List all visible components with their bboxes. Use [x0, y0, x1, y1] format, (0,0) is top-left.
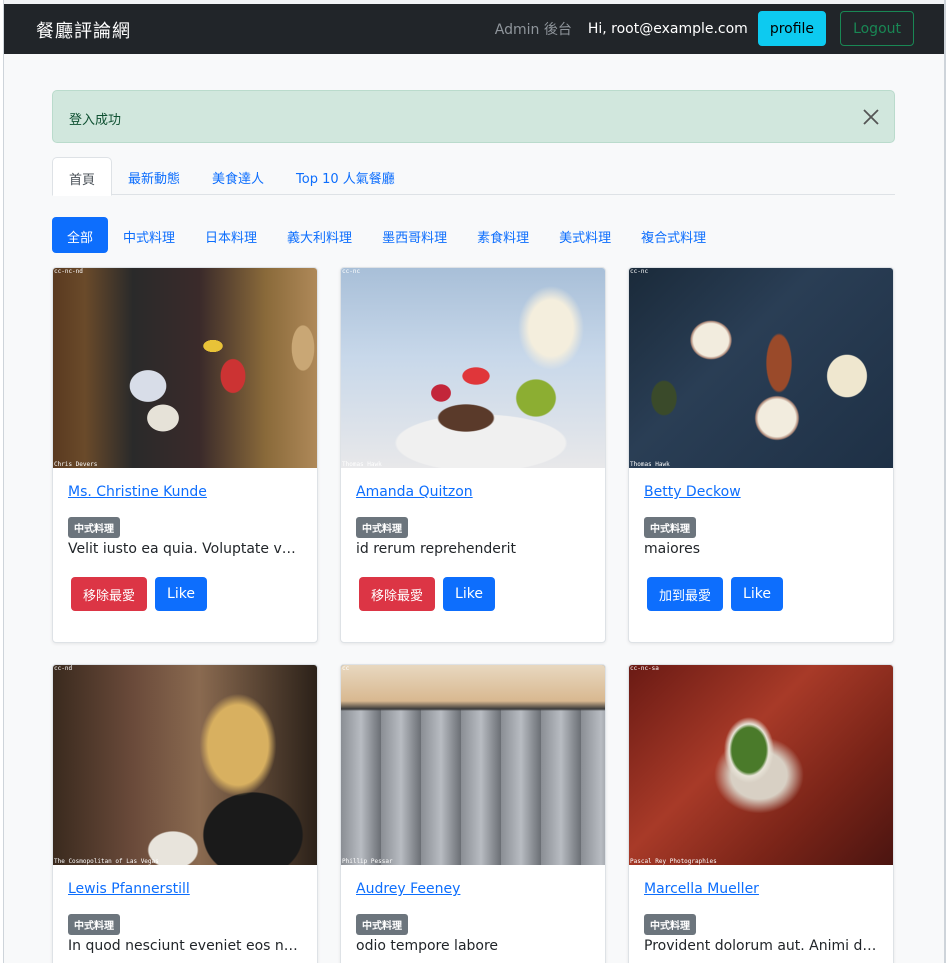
category-badge: 中式料理 — [644, 517, 696, 538]
tab-home[interactable]: 首頁 — [52, 157, 113, 196]
like-button[interactable]: Like — [443, 577, 495, 611]
remove-favorite-button[interactable]: 移除最愛 — [359, 577, 436, 611]
restaurant-image[interactable]: cc-nc-sa Pascal Rey Photographies — [629, 665, 893, 865]
photo-credit: cc-nc — [342, 268, 361, 275]
photo-credit: Thomas Hawk — [342, 461, 382, 468]
photo-credit: cc — [342, 665, 350, 672]
photo-credit: cc-nc-nd — [54, 268, 83, 275]
category-american[interactable]: 美式料理 — [544, 217, 626, 253]
restaurant-image[interactable]: cc-nc Thomas Hawk — [341, 268, 605, 468]
logout-button[interactable]: Logout — [840, 11, 914, 46]
brand-logo[interactable]: 餐廳評論網 — [36, 17, 131, 43]
card-body: Marcella Mueller 中式料理 Provident dolorum … — [629, 865, 893, 963]
restaurant-name-link[interactable]: Betty Deckow — [644, 484, 878, 500]
restaurant-card: cc-nc-nd Chris Devers Ms. Christine Kund… — [52, 267, 318, 643]
tab-feeds[interactable]: 最新動態 — [112, 157, 196, 195]
restaurant-name-link[interactable]: Audrey Feeney — [356, 881, 590, 897]
category-italian[interactable]: 義大利料理 — [272, 217, 367, 253]
restaurant-card: cc-nc Thomas Hawk Amanda Quitzon 中式料理 id… — [340, 267, 606, 643]
card-body: Audrey Feeney 中式料理 odio tempore labore — [341, 865, 605, 963]
card-body: Betty Deckow 中式料理 maiores 加到最愛 Like — [629, 468, 893, 627]
category-badge: 中式料理 — [356, 517, 408, 538]
card-actions: 移除最愛 Like — [68, 577, 302, 611]
profile-button[interactable]: profile — [757, 11, 827, 46]
category-chinese[interactable]: 中式料理 — [108, 217, 190, 253]
card-actions: 加到最愛 Like — [644, 577, 878, 611]
photo-credit: Thomas Hawk — [630, 461, 670, 468]
restaurant-description: Provident dolorum aut. Animi dolores — [644, 938, 878, 954]
restaurant-image[interactable]: cc-nd The Cosmopolitan of Las Vegas — [53, 665, 317, 865]
card-body: Ms. Christine Kunde 中式料理 Velit iusto ea … — [53, 468, 317, 627]
restaurant-card: cc-nc-sa Pascal Rey Photographies Marcel… — [628, 664, 894, 963]
restaurant-card: cc-nc Thomas Hawk Betty Deckow 中式料理 maio… — [628, 267, 894, 643]
tab-users[interactable]: 美食達人 — [196, 157, 280, 195]
photo-credit: cc-nc-sa — [630, 665, 659, 672]
add-favorite-button[interactable]: 加到最愛 — [647, 577, 724, 611]
category-all[interactable]: 全部 — [52, 217, 109, 253]
restaurant-description: odio tempore labore — [356, 938, 499, 954]
like-button[interactable]: Like — [731, 577, 783, 611]
category-japanese[interactable]: 日本料理 — [190, 217, 272, 253]
navbar-right: Admin 後台 Hi, root@example.com profile Lo… — [495, 11, 914, 46]
restaurant-name-link[interactable]: Ms. Christine Kunde — [68, 484, 302, 500]
category-badge: 中式料理 — [644, 914, 696, 935]
category-nav: 全部 中式料理 日本料理 義大利料理 墨西哥料理 素食料理 美式料理 複合式料理 — [52, 217, 721, 253]
category-badge: 中式料理 — [68, 914, 120, 935]
category-badge: 中式料理 — [356, 914, 408, 935]
restaurant-name-link[interactable]: Marcella Mueller — [644, 881, 878, 897]
restaurant-image[interactable]: cc-nc Thomas Hawk — [629, 268, 893, 468]
restaurant-card: cc-nd The Cosmopolitan of Las Vegas Lewi… — [52, 664, 318, 963]
remove-favorite-button[interactable]: 移除最愛 — [71, 577, 148, 611]
photo-credit: Pascal Rey Photographies — [630, 858, 717, 865]
category-badge: 中式料理 — [68, 517, 120, 538]
photo-credit: cc-nc — [630, 268, 649, 275]
restaurant-image[interactable]: cc-nc-nd Chris Devers — [53, 268, 317, 468]
restaurant-card: cc Phillip Pessar Audrey Feeney 中式料理 odi… — [340, 664, 606, 963]
category-fusion[interactable]: 複合式料理 — [626, 217, 721, 253]
restaurant-description: id rerum reprehenderit — [356, 541, 517, 557]
top-navbar: 餐廳評論網 Admin 後台 Hi, root@example.com prof… — [4, 4, 944, 54]
restaurant-image[interactable]: cc Phillip Pessar — [341, 665, 605, 865]
photo-credit: Phillip Pessar — [342, 858, 393, 865]
photo-credit: cc-nd — [54, 665, 73, 672]
restaurant-name-link[interactable]: Lewis Pfannerstill — [68, 881, 302, 897]
card-actions: 移除最愛 Like — [356, 577, 590, 611]
card-body: Amanda Quitzon 中式料理 id rerum reprehender… — [341, 468, 605, 627]
like-button[interactable]: Like — [155, 577, 207, 611]
restaurant-description: Velit iusto ea quia. Voluptate voluptate… — [68, 541, 302, 557]
window-left-edge — [0, 0, 4, 963]
restaurant-description: In quod nesciunt eveniet eos nulla — [68, 938, 302, 954]
restaurant-name-link[interactable]: Amanda Quitzon — [356, 484, 590, 500]
admin-link[interactable]: Admin 後台 — [495, 19, 572, 39]
card-body: Lewis Pfannerstill 中式料理 In quod nesciunt… — [53, 865, 317, 963]
main-tabs: 首頁 最新動態 美食達人 Top 10 人氣餐廳 — [52, 157, 895, 196]
close-icon[interactable] — [862, 108, 880, 126]
category-mexican[interactable]: 墨西哥料理 — [367, 217, 462, 253]
restaurant-description: maiores — [644, 541, 701, 557]
user-greeting: Hi, root@example.com — [587, 20, 748, 37]
photo-credit: The Cosmopolitan of Las Vegas — [54, 858, 159, 865]
category-vegetarian[interactable]: 素食料理 — [462, 217, 544, 253]
tab-top10[interactable]: Top 10 人氣餐廳 — [280, 157, 411, 195]
alert-message: 登入成功 — [69, 113, 122, 128]
success-alert: 登入成功 — [52, 90, 895, 143]
photo-credit: Chris Devers — [54, 461, 98, 468]
